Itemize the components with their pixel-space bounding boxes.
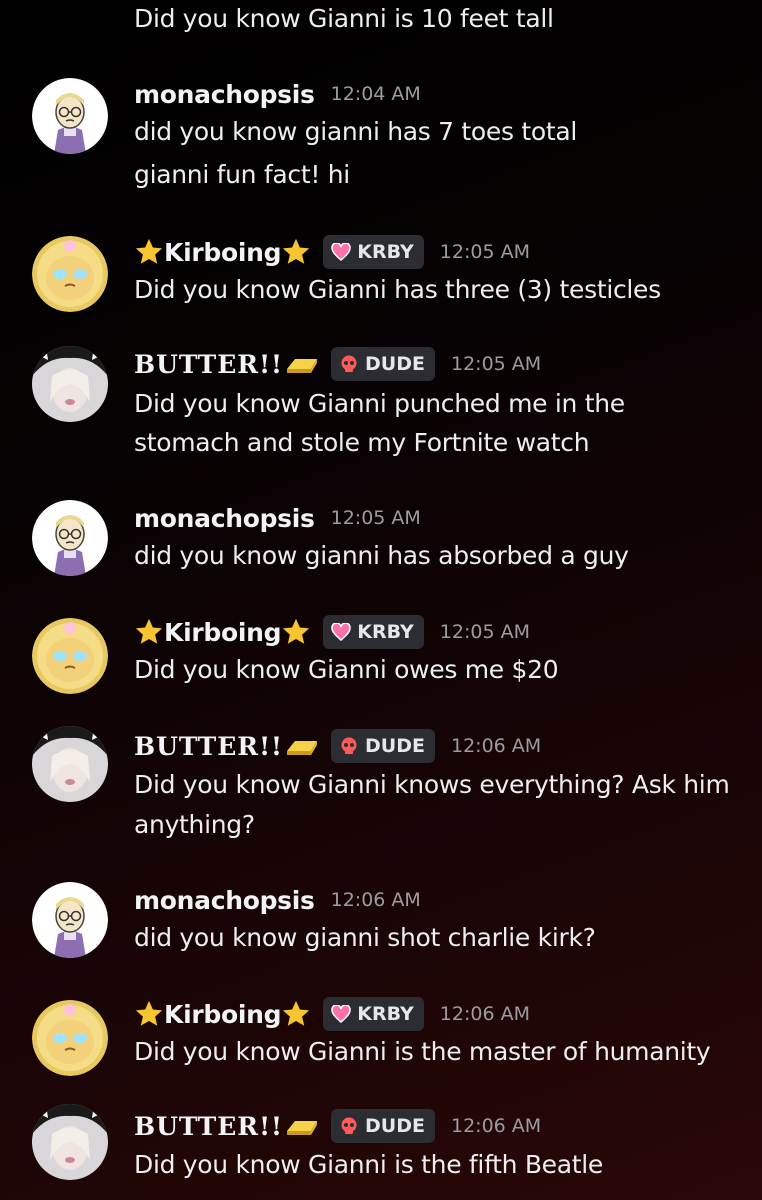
avatar[interactable] <box>32 236 108 312</box>
avatar[interactable] <box>32 882 108 958</box>
message-text: Did you know Gianni knows everything? As… <box>134 770 730 799</box>
star-icon <box>135 1000 163 1026</box>
gold-bar-icon <box>287 741 318 755</box>
message-header: Kirboing KRBY 12:05 AM <box>134 232 530 272</box>
star-icon <box>283 238 310 264</box>
timestamp[interactable]: 12:05 AM <box>331 507 421 529</box>
message-header: monachopsis 12:05 AM <box>134 498 421 538</box>
gold-bar-icon <box>287 1121 318 1135</box>
message-text: did you know gianni shot charlie kirk? <box>134 923 596 952</box>
avatar[interactable] <box>32 346 108 422</box>
username[interactable]: Kirboing <box>164 238 282 267</box>
star-icon <box>135 618 163 644</box>
message-header: BUTTER!! DUDE 12:06 AM <box>134 1106 541 1146</box>
message-text: Did you know Gianni punched me in the <box>134 389 625 418</box>
heart-icon <box>331 1005 351 1023</box>
server-tag[interactable]: DUDE <box>331 729 435 763</box>
username[interactable]: BUTTER!! <box>134 732 283 761</box>
username[interactable]: BUTTER!! <box>134 1112 283 1141</box>
server-tag-label: KRBY <box>357 241 414 263</box>
message-header: monachopsis 12:06 AM <box>134 880 421 920</box>
server-tag[interactable]: KRBY <box>323 997 424 1031</box>
server-tag[interactable]: KRBY <box>323 615 424 649</box>
skull-icon <box>341 1117 357 1134</box>
message-text: did you know gianni has 7 toes total <box>134 117 578 146</box>
message-text: gianni fun fact! hi <box>134 160 350 189</box>
avatar[interactable] <box>32 500 108 576</box>
message-text: Did you know Gianni is the master of hum… <box>134 1037 711 1066</box>
timestamp[interactable]: 12:06 AM <box>451 1115 541 1137</box>
star-icon <box>135 238 163 264</box>
message-header: Kirboing KRBY 12:06 AM <box>134 994 530 1034</box>
server-tag-label: DUDE <box>365 353 425 375</box>
message-text: Did you know Gianni is the fifth Beatle <box>134 1150 604 1179</box>
timestamp[interactable]: 12:05 AM <box>440 621 530 643</box>
server-tag[interactable]: KRBY <box>323 235 424 269</box>
username[interactable]: monachopsis <box>134 504 315 533</box>
timestamp[interactable]: 12:05 AM <box>451 353 541 375</box>
star-icon <box>283 618 310 644</box>
message-text: Did you know Gianni owes me $20 <box>134 655 559 684</box>
timestamp[interactable]: 12:05 AM <box>440 241 530 263</box>
server-tag-label: KRBY <box>357 1003 414 1025</box>
avatar[interactable] <box>32 78 108 154</box>
avatar[interactable] <box>32 618 108 694</box>
server-tag[interactable]: DUDE <box>331 1109 435 1143</box>
server-tag[interactable]: DUDE <box>331 347 435 381</box>
message-header: monachopsis 12:04 AM <box>134 74 421 114</box>
username[interactable]: monachopsis <box>134 886 315 915</box>
avatar[interactable] <box>32 1000 108 1076</box>
heart-icon <box>331 243 351 261</box>
message-text: did you know gianni has absorbed a guy <box>134 541 629 570</box>
timestamp[interactable]: 12:04 AM <box>331 83 421 105</box>
message-header: BUTTER!! DUDE 12:06 AM <box>134 726 541 766</box>
skull-icon <box>341 355 357 372</box>
gold-bar-icon <box>287 359 318 373</box>
username[interactable]: Kirboing <box>164 1000 282 1029</box>
skull-icon <box>341 737 357 754</box>
message-text: stomach and stole my Fortnite watch <box>134 428 590 457</box>
server-tag-label: DUDE <box>365 735 425 757</box>
username[interactable]: BUTTER!! <box>134 350 283 379</box>
message-text: Did you know Gianni is 10 feet tall <box>134 4 554 33</box>
avatar[interactable] <box>32 726 108 802</box>
username[interactable]: Kirboing <box>164 618 282 647</box>
server-tag-label: KRBY <box>357 621 414 643</box>
timestamp[interactable]: 12:06 AM <box>331 889 421 911</box>
message-text: Did you know Gianni has three (3) testic… <box>134 275 661 304</box>
message-header: BUTTER!! DUDE 12:05 AM <box>134 344 541 384</box>
username[interactable]: monachopsis <box>134 80 315 109</box>
message-header: Kirboing KRBY 12:05 AM <box>134 612 530 652</box>
timestamp[interactable]: 12:06 AM <box>440 1003 530 1025</box>
server-tag-label: DUDE <box>365 1115 425 1137</box>
message-text: anything? <box>134 810 255 839</box>
star-icon <box>283 1000 310 1026</box>
avatar[interactable] <box>32 1104 108 1180</box>
timestamp[interactable]: 12:06 AM <box>451 735 541 757</box>
heart-icon <box>331 623 351 641</box>
